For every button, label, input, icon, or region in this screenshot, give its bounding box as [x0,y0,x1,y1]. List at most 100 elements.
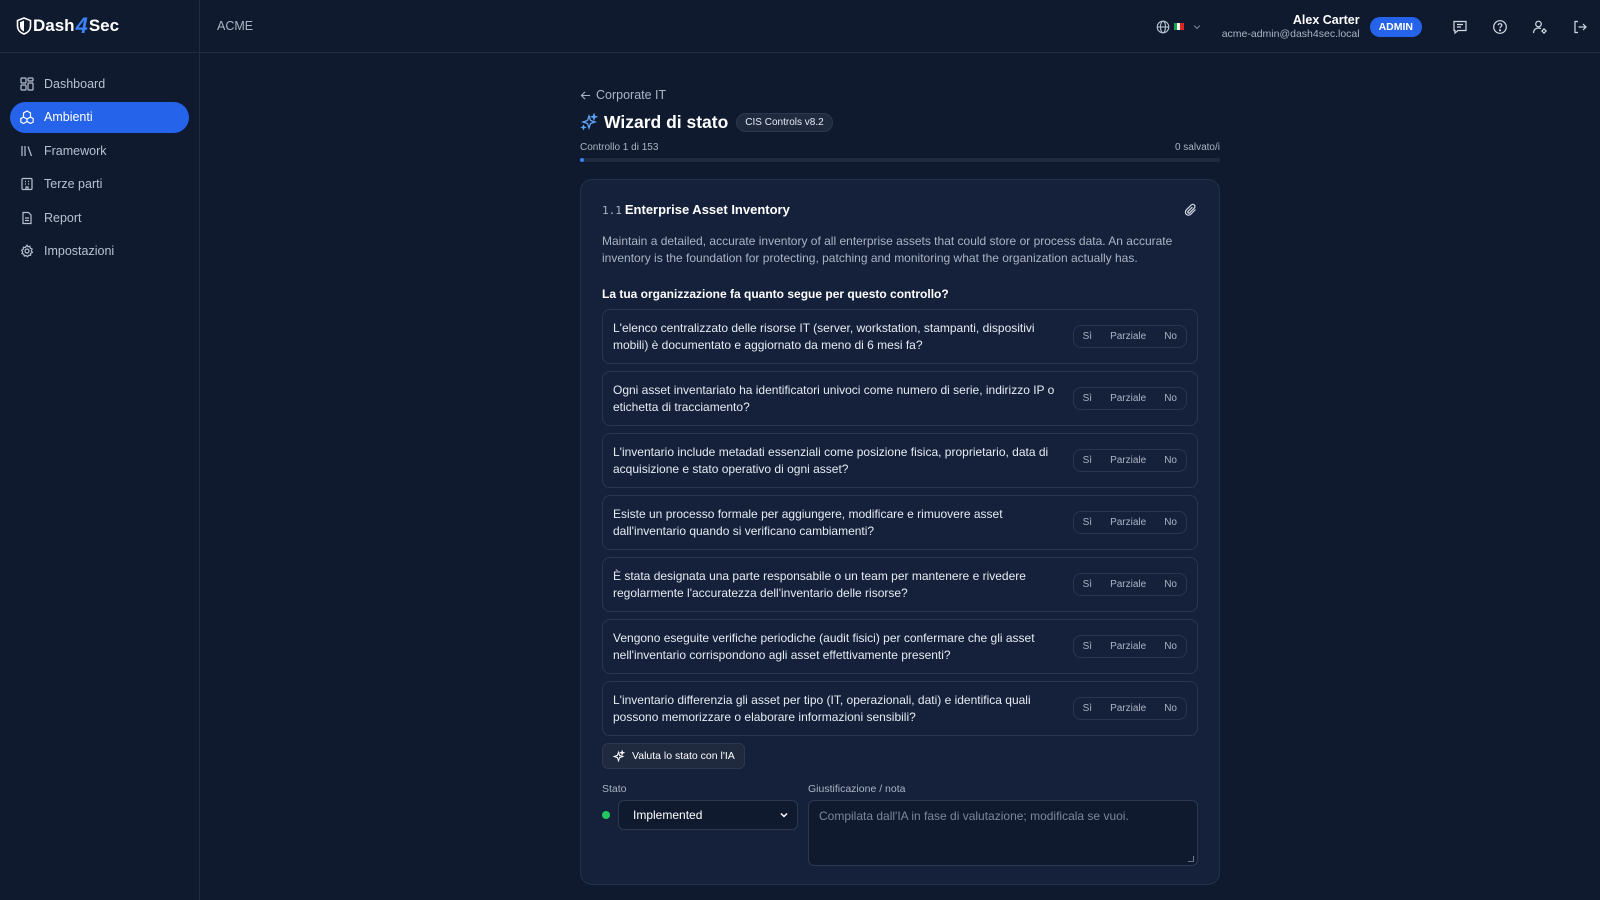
globe-icon [1156,20,1170,33]
question-text: L'inventario differenzia gli asset per t… [613,693,1031,724]
control-card: 1.1 Enterprise Asset Inventory Maintain … [580,179,1220,885]
question-prompt: La tua organizzazione fa quanto segue pe… [602,287,949,301]
question-row: Esiste un processo formale per aggiunger… [602,495,1198,550]
dashboard-icon [20,76,34,91]
back-link-label: Corporate IT [596,88,667,102]
answer-yes[interactable]: Sì [1074,517,1101,528]
org-name: ACME [217,19,254,33]
answer-no[interactable]: No [1155,393,1186,404]
sparkles-icon [612,749,625,762]
brand-part2: 4 [75,13,88,38]
answer-partial[interactable]: Parziale [1101,579,1155,590]
question-row: L'elenco centralizzato delle risorse IT … [602,309,1198,364]
answer-no[interactable]: No [1155,641,1186,652]
answer-no[interactable]: No [1155,517,1186,528]
sidebar-nav: Dashboard Ambienti Framework Terze parti… [0,53,199,267]
back-link[interactable]: Corporate IT [580,87,1220,103]
environments-icon [20,110,34,124]
italy-flag-icon [1173,23,1184,30]
question-row: L'inventario include metadati essenziali… [602,433,1198,488]
answer-yes[interactable]: Sì [1074,703,1101,714]
control-description: Maintain a detailed, accurate inventory … [602,234,1173,265]
library-icon [20,144,34,158]
paperclip-icon[interactable] [1184,203,1198,217]
status-select[interactable]: Implemented [618,800,798,830]
sidebar-item-label: Framework [44,143,107,158]
logout-icon [1574,20,1587,33]
status-label: Stato [602,783,627,795]
sparkles-icon [580,113,598,131]
progress-label: Controllo 1 di 153 [580,142,659,153]
answer-toggle: Sì Parziale No [1072,635,1187,658]
answer-no[interactable]: No [1155,703,1186,714]
progress-info: Controllo 1 di 153 0 salvato/i [580,142,1220,153]
user-settings-button[interactable] [1520,19,1560,35]
sidebar-item-impostazioni[interactable]: Impostazioni [10,236,189,267]
question-text: L'elenco centralizzato delle risorse IT … [613,321,1035,352]
gear-icon [20,244,34,258]
topbar: ACME Alex Carter acme-admin@dash4sec.loc… [200,0,1600,53]
answer-toggle: Sì Parziale No [1072,697,1187,720]
answer-partial[interactable]: Parziale [1101,331,1155,342]
brand-part3: Sec [88,16,120,35]
question-row: L'inventario differenzia gli asset per t… [602,681,1198,736]
note-placeholder: Compilata dall'IA in fase di valutazione… [819,809,1129,823]
answer-toggle: Sì Parziale No [1072,387,1187,410]
answer-partial[interactable]: Parziale [1101,517,1155,528]
sidebar-item-label: Ambienti [44,110,93,124]
note-field: Giustificazione / nota Compilata dall'IA… [808,783,1198,866]
shield-icon [16,17,32,35]
user-name: Alex Carter [1292,13,1360,28]
sidebar: Dash 4 Sec Dashboard Ambienti Framework Te… [0,0,200,900]
answer-yes[interactable]: Sì [1074,641,1101,652]
answer-toggle: Sì Parziale No [1072,511,1187,534]
sidebar-item-terze-parti[interactable]: Terze parti [10,169,189,200]
answer-yes[interactable]: Sì [1074,393,1101,404]
sidebar-item-label: Terze parti [44,177,103,191]
answer-partial[interactable]: Parziale [1101,641,1155,652]
answer-partial[interactable]: Parziale [1101,393,1155,404]
note-textarea[interactable]: Compilata dall'IA in fase di valutazione… [808,800,1198,866]
sidebar-item-ambienti[interactable]: Ambienti [10,101,189,133]
language-selector[interactable] [1156,20,1202,34]
message-icon [1453,20,1467,34]
answer-yes[interactable]: Sì [1074,579,1101,590]
main-content: Corporate IT Wizard di stato CIS Control… [580,87,1220,885]
answer-no[interactable]: No [1155,455,1186,466]
sidebar-item-report[interactable]: Report [10,202,189,233]
answer-yes[interactable]: Sì [1074,455,1101,466]
logo[interactable]: Dash 4 Sec [0,0,199,53]
control-name: Enterprise Asset Inventory [624,202,790,217]
question-row: Ogni asset inventariato ha identificator… [602,371,1198,426]
status-field: Stato Implemented [602,783,808,866]
question-text: È stata designata una parte responsabile… [613,569,1026,600]
chevron-down-icon [1193,24,1200,29]
ai-evaluate-label: Valuta lo stato con l'IA [632,750,735,762]
answer-no[interactable]: No [1155,579,1186,590]
page-title: Wizard di stato [604,111,729,132]
sidebar-item-dashboard[interactable]: Dashboard [10,68,189,99]
status-value: Implemented [633,808,703,822]
resize-handle[interactable] [1188,856,1194,862]
arrow-left-icon [580,90,591,100]
note-label: Giustificazione / nota [808,783,906,795]
help-button[interactable] [1480,19,1520,35]
status-fields: Stato Implemented Giustificazione / nota… [602,783,1198,866]
answer-no[interactable]: No [1155,331,1186,342]
page-header: Wizard di stato CIS Controls v8.2 [580,111,1220,133]
answer-toggle: Sì Parziale No [1072,325,1187,348]
answer-yes[interactable]: Sì [1074,331,1101,342]
chevron-down-icon [780,812,788,818]
saved-count: 0 salvato/i [1174,142,1220,153]
answer-partial[interactable]: Parziale [1101,703,1155,714]
question-row: Vengono eseguite verifiche periodiche (a… [602,619,1198,674]
messages-button[interactable] [1440,19,1480,35]
ai-evaluate-button[interactable]: Valuta lo stato con l'IA [602,743,745,769]
question-text: Vengono eseguite verifiche periodiche (a… [613,631,1035,662]
sidebar-item-label: Dashboard [44,76,106,91]
answer-partial[interactable]: Parziale [1101,455,1155,466]
sidebar-item-framework[interactable]: Framework [10,135,189,166]
document-icon [20,211,34,225]
help-icon [1493,19,1507,34]
logout-button[interactable] [1560,19,1600,35]
